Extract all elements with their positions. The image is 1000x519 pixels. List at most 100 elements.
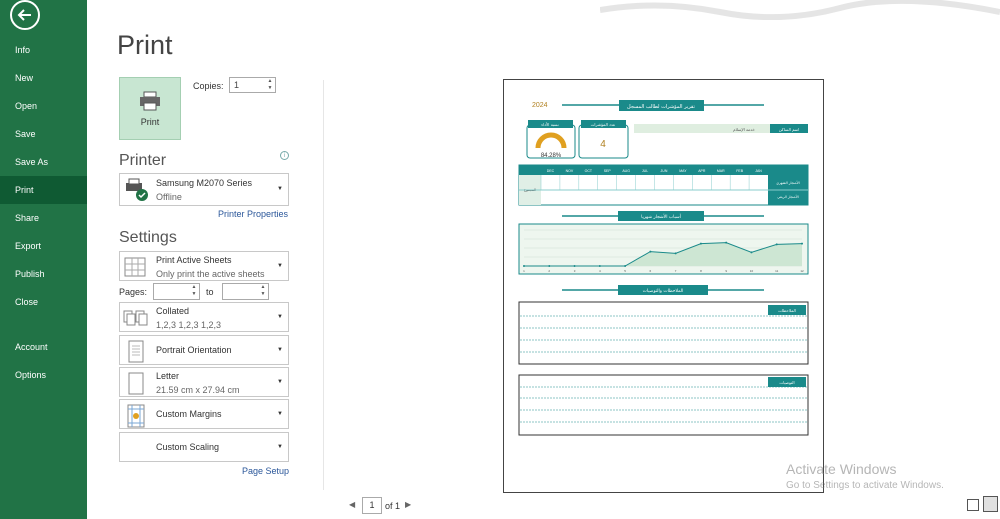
month-header: JUL	[642, 169, 648, 173]
pages-label: Pages:	[119, 287, 148, 297]
nav-info[interactable]: Info	[0, 36, 87, 64]
back-arrow-icon[interactable]	[10, 0, 40, 30]
show-margins-button[interactable]	[967, 499, 979, 511]
chevron-down-icon: ▼	[277, 347, 283, 353]
backstage-nav: Info New Open Save Save As Print Share E…	[0, 0, 87, 519]
chart-point	[699, 242, 702, 245]
paper-main: Letter	[156, 371, 180, 381]
chevron-down-icon: ▼	[277, 379, 283, 385]
activate-title: Activate Windows	[786, 461, 897, 477]
collation-main: Collated	[156, 306, 190, 316]
chart-point	[725, 241, 728, 244]
chart-point	[573, 265, 576, 267]
chart-point	[548, 265, 551, 267]
name-label: اسم الساكن	[779, 127, 799, 132]
info-icon[interactable]: i	[280, 151, 289, 160]
preview-content: 2024 تقرير المؤشرات لطالب المسجل نسبة ال…	[518, 100, 809, 436]
margins-main: Custom Margins	[156, 409, 222, 419]
printer-properties-link[interactable]: Printer Properties	[218, 209, 288, 219]
preview-year: 2024	[532, 102, 548, 109]
sheets-main: Print Active Sheets	[156, 255, 232, 265]
kpi-2-label: عدد المؤشرات	[591, 122, 616, 127]
settings-section-title: Settings	[119, 229, 177, 246]
paper-size-icon	[128, 372, 144, 395]
nav-save-as[interactable]: Save As	[0, 148, 87, 176]
panel-divider	[323, 80, 324, 490]
pages-from-stepper[interactable]: ▲ ▼	[190, 284, 198, 298]
nav-share[interactable]: Share	[0, 204, 87, 232]
month-header: MAY	[679, 169, 687, 173]
print-button-label: Print	[140, 116, 160, 127]
previous-page-button[interactable]: ◀	[349, 500, 355, 509]
scaling-select[interactable]: Custom Scaling ▼	[119, 432, 289, 462]
copies-label: Copies:	[193, 81, 224, 91]
zoom-to-page-button[interactable]	[983, 496, 998, 512]
month-header: APR	[698, 169, 706, 173]
month-header: JAN	[755, 169, 762, 173]
copies-stepper[interactable]: ▲ ▼	[266, 78, 274, 92]
nav-close[interactable]: Close	[0, 288, 87, 316]
month-header: AUG	[622, 169, 630, 173]
print-button[interactable]: Print	[119, 77, 181, 140]
section-3-title: الملاحظات والتوصيات	[643, 289, 684, 294]
nav-save[interactable]: Save	[0, 120, 87, 148]
pages-to-input[interactable]: ▲ ▼	[222, 283, 269, 300]
paper-size-select[interactable]: Letter 21.59 cm x 27.94 cm ▼	[119, 367, 289, 397]
nav-open[interactable]: Open	[0, 92, 87, 120]
pages-to-stepper[interactable]: ▲ ▼	[259, 284, 267, 298]
month-header: FEB	[736, 169, 743, 173]
margins-select[interactable]: Custom Margins ▼	[119, 399, 289, 429]
month-header: NOV	[566, 169, 574, 173]
page-number-input[interactable]: 1	[362, 497, 382, 514]
chart-point	[775, 243, 778, 246]
chart-point	[649, 250, 652, 253]
chevron-down-icon: ▼	[277, 263, 283, 269]
chart-x-tick: 11	[775, 269, 778, 273]
chart-x-tick: 12	[800, 269, 804, 273]
row-1-label: الأشجار الشهري	[776, 180, 800, 185]
pages-from-input[interactable]: ▲ ▼	[153, 283, 200, 300]
collation-select[interactable]: Collated 1,2,3 1,2,3 1,2,3 ▼	[119, 302, 289, 332]
printer-ready-icon	[126, 178, 148, 201]
printer-name: Samsung M2070 Series	[156, 178, 253, 188]
page-title: Print	[117, 30, 173, 60]
activate-sub: Go to Settings to activate Windows.	[786, 480, 944, 491]
chart-point	[674, 252, 677, 255]
nav-publish[interactable]: Publish	[0, 260, 87, 288]
nav-options[interactable]: Options	[0, 361, 87, 389]
chart-x-tick: 10	[750, 269, 754, 273]
month-header: OCT	[585, 169, 593, 173]
kpi-1-label: نسبة الأداء	[541, 122, 558, 127]
month-header: DEC	[547, 169, 555, 173]
nav-account[interactable]: Account	[0, 333, 87, 361]
next-page-button[interactable]: ▶	[405, 500, 411, 509]
chevron-down-icon: ▼	[277, 314, 283, 320]
kpi-2-value: 4	[600, 139, 606, 150]
print-sheets-select[interactable]: Print Active Sheets Only print the activ…	[119, 251, 289, 281]
month-header: MAR	[717, 169, 725, 173]
orientation-main: Portrait Orientation	[156, 345, 232, 355]
nav-new[interactable]: New	[0, 64, 87, 92]
printer-icon	[140, 91, 160, 110]
recommendations-label: التوصيات	[779, 380, 794, 385]
orientation-select[interactable]: Portrait Orientation ▼	[119, 335, 289, 365]
nav-export[interactable]: Export	[0, 232, 87, 260]
printer-select[interactable]: Samsung M2070 Series Offline ▼	[119, 173, 289, 206]
paper-sub: 21.59 cm x 27.94 cm	[156, 385, 240, 395]
chart-title: أسباب الأشجار شهريا	[641, 213, 681, 220]
notes-box	[518, 301, 809, 365]
page-setup-link[interactable]: Page Setup	[242, 466, 289, 476]
printer-section-title: Printer	[119, 152, 167, 169]
nav-print[interactable]: Print	[0, 176, 87, 204]
scaling-main: Custom Scaling	[156, 442, 220, 452]
copies-input[interactable]: 1 ▲ ▼	[229, 77, 276, 93]
activate-windows-watermark: Activate Windows Go to Settings to activ…	[786, 461, 944, 491]
backdrop-decoration	[600, 0, 1000, 20]
sheets-sub: Only print the active sheets	[156, 269, 265, 279]
collated-pages-icon	[123, 310, 148, 326]
month-header: JUN	[661, 169, 668, 173]
chart-point	[523, 265, 525, 267]
pages-to-label: to	[206, 287, 214, 297]
portrait-page-icon	[128, 340, 144, 363]
chevron-down-icon: ▼	[277, 186, 283, 192]
